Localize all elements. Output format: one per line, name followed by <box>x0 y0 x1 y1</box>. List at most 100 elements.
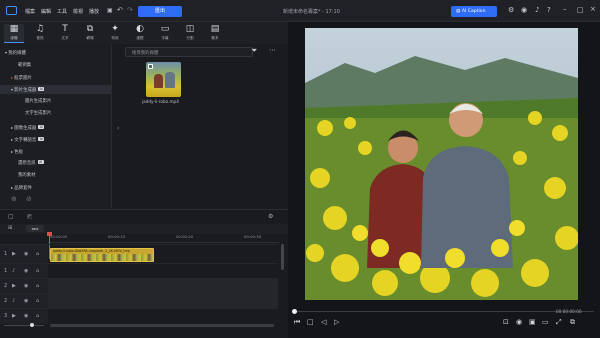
add-track-icon[interactable]: ▢ <box>8 213 14 220</box>
collapse-sidebar-icon[interactable]: ‹ <box>117 125 119 132</box>
search-input[interactable]: 搜尋我的媒體 <box>125 47 253 57</box>
sidebar-item-restore-audio[interactable]: 還原音訊 AI <box>0 159 111 168</box>
sidebar-item-my-assets[interactable]: 我的素材 <box>0 171 111 180</box>
audio-track-icon: ♪ <box>12 298 16 304</box>
sidebar-item-samples[interactable]: 範例集 <box>0 61 111 70</box>
menu-play[interactable]: 播放 <box>89 8 99 15</box>
preview-panel: 00:00:00:00 ⏮ □ ◁ ▷ ⊡ ◉ ▣ ▭ ⤢ ⧉ <box>288 22 600 338</box>
help-icon[interactable]: ? <box>547 6 551 14</box>
sidebar-item-stock-images[interactable]: ▸ 股票圖片 <box>0 73 111 82</box>
sidebar-item-text-to-video[interactable]: 文字生成影片 <box>0 109 111 118</box>
timeline-zoom-slider[interactable] <box>4 325 44 326</box>
close-icon[interactable]: × <box>590 5 596 13</box>
timeline-panel: ▢ ◩ ⚙ ⊞ ◂◂ ▸ 00:00:00 00:00:10 00:00:20 … <box>0 209 288 338</box>
caption-icon: ▭ <box>160 24 170 34</box>
track-number: 1 <box>4 268 8 274</box>
detach-preview-icon[interactable]: ⧉ <box>570 318 575 327</box>
tab-template[interactable]: ▤ 範本 <box>205 24 225 43</box>
tab-text[interactable]: T 文字 <box>55 24 75 43</box>
user-icon[interactable]: ◉ <box>521 6 527 14</box>
redo-icon[interactable]: ↷ <box>127 6 133 14</box>
stop-icon[interactable]: □ <box>307 318 314 326</box>
play-icon[interactable]: ▷ <box>334 318 339 326</box>
delete-folder-icon[interactable]: ⊘ <box>26 195 32 203</box>
sidebar-item-color-board[interactable]: ▸ 色板 <box>0 147 111 156</box>
visibility-icon[interactable]: ◉ <box>24 283 28 289</box>
tab-transition[interactable]: ⧉ 轉場 <box>80 24 100 43</box>
lock-icon[interactable]: ⌂ <box>36 268 39 274</box>
aspect-ratio-icon[interactable]: ▭ <box>542 318 549 326</box>
transition-icon: ⧉ <box>86 24 94 34</box>
sidebar-item-label: 影片生成器 <box>14 88 37 93</box>
visibility-icon[interactable]: ◉ <box>24 251 28 257</box>
fullscreen-icon[interactable]: ⤢ <box>556 318 562 327</box>
video-clip[interactable]: jaddy-li-robo-Ds8XPA-unsplash_1_2K.MOV_t… <box>50 248 154 262</box>
tab-split[interactable]: ◫ 分割 <box>180 24 200 43</box>
step-back-icon[interactable]: ◁ <box>321 318 326 326</box>
sidebar-item-text-to-speech[interactable]: ▸ 文字轉語音 AI <box>0 135 111 144</box>
preview-progress-track[interactable] <box>294 311 594 312</box>
split-clip-icon[interactable]: ◩ <box>27 213 33 220</box>
track-number: 2 <box>4 298 8 304</box>
media-sidebar: ▾ 我的媒體 範例集 ▸ 股票圖片 ▾ 影片生成器 AI 圖片生成影片 文字生成影… <box>0 44 112 208</box>
maximize-icon[interactable]: □ <box>577 6 584 14</box>
menu-file[interactable]: 檔案 <box>25 8 35 15</box>
ai-badge: AI <box>38 87 45 91</box>
time-ruler[interactable]: 00:00:00 00:00:10 00:00:20 00:00:30 <box>48 233 280 243</box>
track-manager-icon[interactable]: ⊞ <box>8 225 12 231</box>
sidebar-item-my-media[interactable]: ▾ 我的媒體 <box>0 48 111 57</box>
preview-playhead[interactable] <box>292 309 297 314</box>
lock-icon[interactable]: ⌂ <box>36 313 39 319</box>
sidebar-item-video-generator[interactable]: ▾ 影片生成器 AI <box>0 85 111 94</box>
record-icon[interactable]: ◉ <box>516 318 522 326</box>
search-placeholder: 搜尋我的媒體 <box>132 51 159 56</box>
zoom-control[interactable]: ◂◂ ▸ <box>26 225 44 232</box>
sidebar-item-brand-kit[interactable]: ▸ 品牌套件 <box>0 183 111 192</box>
save-icon[interactable]: ▣ <box>107 7 113 14</box>
notification-icon[interactable]: ♪ <box>535 6 539 14</box>
mute-icon[interactable]: ◉ <box>24 268 28 274</box>
lock-icon[interactable]: ⌂ <box>36 251 39 257</box>
sidebar-item-label: 圖片生成影片 <box>25 99 52 104</box>
prev-frame-icon[interactable]: ⏮ <box>294 318 300 327</box>
sidebar-item-image-to-video[interactable]: 圖片生成影片 <box>0 97 111 106</box>
timeline-horizontal-scrollbar[interactable] <box>50 324 274 327</box>
playhead-handle-icon[interactable] <box>47 232 52 236</box>
add-folder-icon[interactable]: ⊕ <box>11 195 17 203</box>
sidebar-item-label: 範例集 <box>18 63 32 68</box>
minimize-icon[interactable]: – <box>563 5 567 13</box>
ai-caption-button[interactable]: ▤ AI Caption <box>451 6 497 17</box>
snapshot-icon[interactable]: ⊡ <box>503 318 509 326</box>
tab-caption[interactable]: ▭ 字幕 <box>155 24 175 43</box>
tab-filter[interactable]: ◐ 濾鏡 <box>130 24 150 43</box>
export-button[interactable]: 匯出 <box>138 6 182 17</box>
video-clip-filmstrip <box>51 254 153 261</box>
filter-icon[interactable]: ⏷ <box>251 46 257 56</box>
more-options-icon[interactable]: ⋯ <box>269 46 276 54</box>
menu-edit[interactable]: 編輯 <box>41 8 51 15</box>
sidebar-item-label: 我的素材 <box>18 173 36 178</box>
tab-effects[interactable]: ✦ 特效 <box>105 24 125 43</box>
tab-text-label: 文字 <box>61 36 69 40</box>
settings-icon[interactable]: ⚙ <box>508 6 514 14</box>
zoom-slider-knob[interactable] <box>30 323 34 327</box>
media-clip-thumbnail[interactable] <box>146 62 181 97</box>
sidebar-item-label: 品牌套件 <box>14 186 32 191</box>
timeline-vertical-scrollbar[interactable] <box>281 244 284 270</box>
mute-icon[interactable]: ◉ <box>24 298 28 304</box>
tab-media[interactable]: ▦ 媒體 <box>4 24 24 43</box>
menu-view[interactable]: 檢視 <box>73 8 83 15</box>
lock-icon[interactable]: ⌂ <box>36 283 39 289</box>
sidebar-item-image-generator[interactable]: ▸ 圖像生成器 AI <box>0 123 111 132</box>
lock-icon[interactable]: ⌂ <box>36 298 39 304</box>
undo-icon[interactable]: ↶ <box>117 6 123 14</box>
tab-audio-label: 音訊 <box>36 36 44 40</box>
menu-tools[interactable]: 工具 <box>57 8 67 15</box>
quality-icon[interactable]: ▣ <box>529 318 536 326</box>
filter-icon: ◐ <box>136 24 144 34</box>
media-panel: ‹ 搜尋我的媒體 ⏷ ⋯ jaddy-li-robo.mp4 <box>113 44 288 208</box>
clip-checkbox-icon[interactable] <box>148 64 153 69</box>
tab-audio[interactable]: ♫ 音訊 <box>30 24 50 43</box>
timeline-settings-icon[interactable]: ⚙ <box>268 213 273 220</box>
visibility-icon[interactable]: ◉ <box>24 313 28 319</box>
